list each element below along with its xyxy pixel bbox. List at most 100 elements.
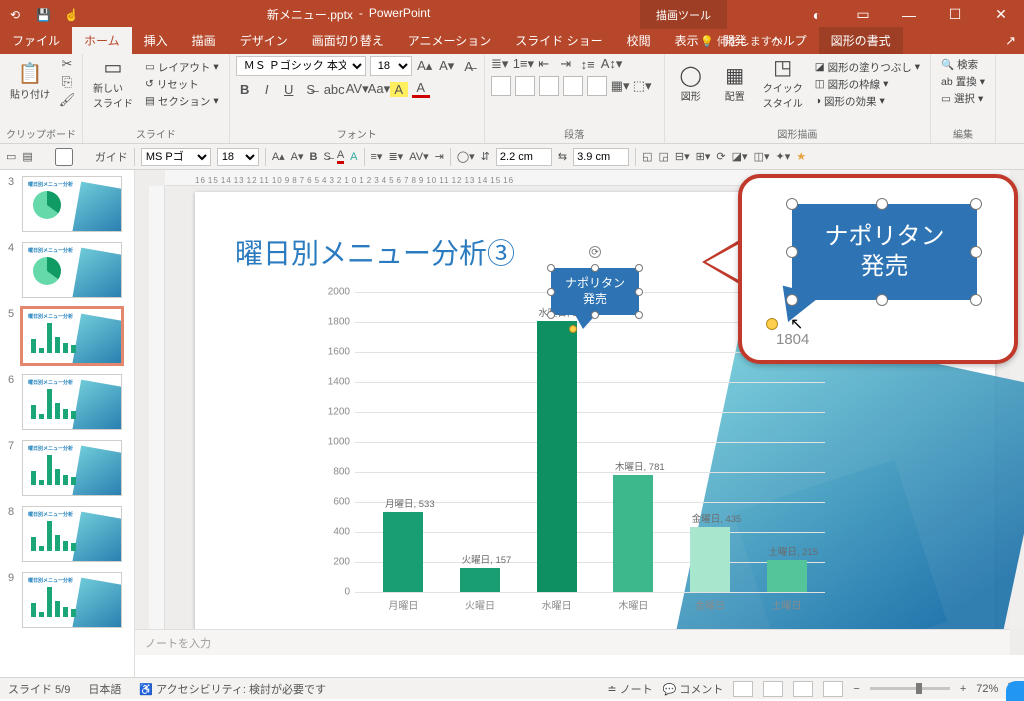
q-animation-icon[interactable]: ★	[796, 150, 806, 163]
thumbnail-pane[interactable]: 3曜日別メニュー分析4曜日別メニュー分析5曜日別メニュー分析6曜日別メニュー分析…	[0, 170, 135, 677]
notes-toggle[interactable]: ≐ ノート	[607, 681, 652, 697]
replace-button[interactable]: ab 置換 ▾	[937, 73, 989, 90]
q-indent-icon[interactable]: ⇥	[435, 150, 444, 163]
bold-icon[interactable]: B	[236, 82, 254, 97]
thumbnail-8[interactable]: 8曜日別メニュー分析	[0, 500, 134, 566]
close-button[interactable]: ✕	[978, 0, 1024, 29]
arrange-menu[interactable]: ▦配置	[715, 64, 755, 105]
maximize-button[interactable]: ☐	[932, 0, 978, 29]
resize-handle[interactable]	[591, 264, 599, 272]
tellme-input[interactable]: 💡 何をしますか	[700, 33, 783, 49]
thumbnail-7[interactable]: 7曜日別メニュー分析	[0, 434, 134, 500]
q-fontfamily[interactable]: MS Pゴ	[141, 148, 211, 166]
q-texteffect-icon[interactable]: A	[350, 151, 357, 163]
q-effects-icon[interactable]: ✦▾	[775, 150, 790, 163]
underline-icon[interactable]: U	[280, 82, 298, 97]
shapefill-menu[interactable]: ◪ 図形の塗りつぶし ▾	[811, 59, 924, 76]
q-align-obj-icon[interactable]: ⊟▾	[675, 150, 690, 163]
resize-handle[interactable]	[547, 288, 555, 296]
normalview-icon[interactable]	[733, 681, 753, 697]
formatpainter-icon[interactable]: 🖌	[58, 92, 76, 108]
q-arrange-front-icon[interactable]: ◱	[642, 150, 652, 163]
zoom-value[interactable]: 72%	[976, 683, 998, 695]
q-fill-icon[interactable]: ◪▾	[732, 150, 748, 163]
thumbnail-5[interactable]: 5曜日別メニュー分析	[0, 302, 134, 368]
q-bullets-icon[interactable]: ≣▾	[388, 150, 403, 163]
zoom-out-icon[interactable]: −	[853, 683, 859, 695]
quick-newslide-icon[interactable]: ▭	[6, 150, 16, 163]
resize-handle[interactable]	[635, 288, 643, 296]
layout-menu[interactable]: ▭ レイアウト ▾	[141, 59, 223, 76]
tab-画面切り替え[interactable]: 画面切り替え	[300, 27, 396, 54]
tab-図形の書式[interactable]: 図形の書式	[819, 27, 903, 54]
quickstyles-menu[interactable]: ◳クイック スタイル	[759, 56, 807, 112]
align-center-icon[interactable]	[515, 76, 535, 96]
q-strike-icon[interactable]: S̶	[323, 151, 330, 163]
q-shrinkfont-icon[interactable]: A▾	[291, 150, 304, 163]
save-icon[interactable]: 💾	[36, 8, 50, 22]
resize-handle[interactable]	[635, 264, 643, 272]
readingview-icon[interactable]	[793, 681, 813, 697]
sorterview-icon[interactable]	[763, 681, 783, 697]
bullets-icon[interactable]: ≣▾	[491, 56, 509, 72]
strike-icon[interactable]: S̶	[302, 82, 320, 97]
tab-ホーム[interactable]: ホーム	[72, 27, 132, 54]
account-icon[interactable]: ◐	[794, 0, 840, 29]
shapes-gallery[interactable]: ◯図形	[671, 64, 711, 105]
indent-dec-icon[interactable]: ⇤	[535, 56, 553, 72]
changecase-icon[interactable]: Aa▾	[368, 81, 386, 97]
touchmode-icon[interactable]: ☝	[64, 8, 78, 22]
tab-スライド ショー[interactable]: スライド ショー	[503, 27, 614, 54]
smartart-icon[interactable]: ⬚▾	[633, 78, 651, 94]
language-indicator[interactable]: 日本語	[88, 681, 121, 697]
fontcolor-icon[interactable]: A	[412, 80, 430, 98]
callout-text[interactable]: ナポリタン発売	[565, 276, 625, 307]
textdir-icon[interactable]: A↕▾	[601, 56, 619, 72]
q-align-icon[interactable]: ≡▾	[371, 150, 383, 163]
growfont-icon[interactable]: A▴	[416, 58, 434, 74]
q-bold-icon[interactable]: B	[310, 151, 318, 163]
find-button[interactable]: 🔍 検索	[937, 56, 989, 73]
q-spacing-icon[interactable]: AV▾	[409, 150, 428, 163]
displayopts-icon[interactable]: ▭	[840, 0, 886, 29]
q-arrange-back-icon[interactable]: ◲	[659, 150, 669, 163]
shadow-icon[interactable]: abc	[324, 82, 342, 97]
shapeoutline-menu[interactable]: ◫ 図形の枠線 ▾	[811, 76, 924, 93]
align-vert-icon[interactable]: ▦▾	[611, 78, 629, 94]
columns-icon[interactable]	[587, 76, 607, 96]
cut-icon[interactable]: ✂	[58, 56, 76, 72]
newslide-button[interactable]: ▭新しい スライド	[89, 56, 137, 112]
zoom-in-icon[interactable]: +	[960, 683, 966, 695]
charspace-icon[interactable]: AV▾	[346, 81, 364, 97]
numbering-icon[interactable]: 1≡▾	[513, 56, 531, 72]
comments-toggle[interactable]: 💬 コメント	[663, 681, 724, 697]
fontfamily-select[interactable]: ＭＳ Ｐゴシック 本文	[236, 56, 366, 76]
thumbnail-4[interactable]: 4曜日別メニュー分析	[0, 236, 134, 302]
highlight-icon[interactable]: A	[390, 82, 408, 97]
q-shapes-icon[interactable]: ◯▾	[457, 150, 475, 163]
q-group-icon[interactable]: ⊞▾	[696, 150, 711, 163]
copy-icon[interactable]: ⎘	[58, 74, 76, 90]
tab-校閲[interactable]: 校閲	[615, 27, 663, 54]
share-icon[interactable]: ↗	[1005, 33, 1016, 49]
tab-ファイル[interactable]: ファイル	[0, 27, 72, 54]
q-fontsize[interactable]: 18	[217, 148, 259, 166]
tab-描画[interactable]: 描画	[180, 27, 228, 54]
notes-pane[interactable]: ノートを入力	[135, 629, 1010, 655]
callout-shape[interactable]: ⟳ ナポリタン発売	[551, 268, 639, 315]
q-growfont-icon[interactable]: A▴	[272, 150, 285, 163]
align-left-icon[interactable]	[491, 76, 511, 96]
help-bubble-icon[interactable]	[1006, 681, 1024, 701]
italic-icon[interactable]: I	[258, 82, 276, 97]
zoom-slider[interactable]	[870, 687, 950, 690]
slide-title[interactable]: 曜日別メニュー分析③	[235, 232, 515, 272]
autosave-icon[interactable]: ⟲	[8, 8, 22, 22]
q-fontcolor-icon[interactable]: A	[337, 149, 344, 164]
tab-アニメーション[interactable]: アニメーション	[396, 27, 504, 54]
resize-handle[interactable]	[547, 264, 555, 272]
quick-layout-icon[interactable]: ▤	[22, 150, 32, 163]
tab-デザイン[interactable]: デザイン	[228, 27, 300, 54]
shape-height-input[interactable]	[496, 148, 552, 166]
align-right-icon[interactable]	[539, 76, 559, 96]
accessibility-check[interactable]: ♿ アクセシビリティ: 検討が必要です	[139, 681, 326, 697]
